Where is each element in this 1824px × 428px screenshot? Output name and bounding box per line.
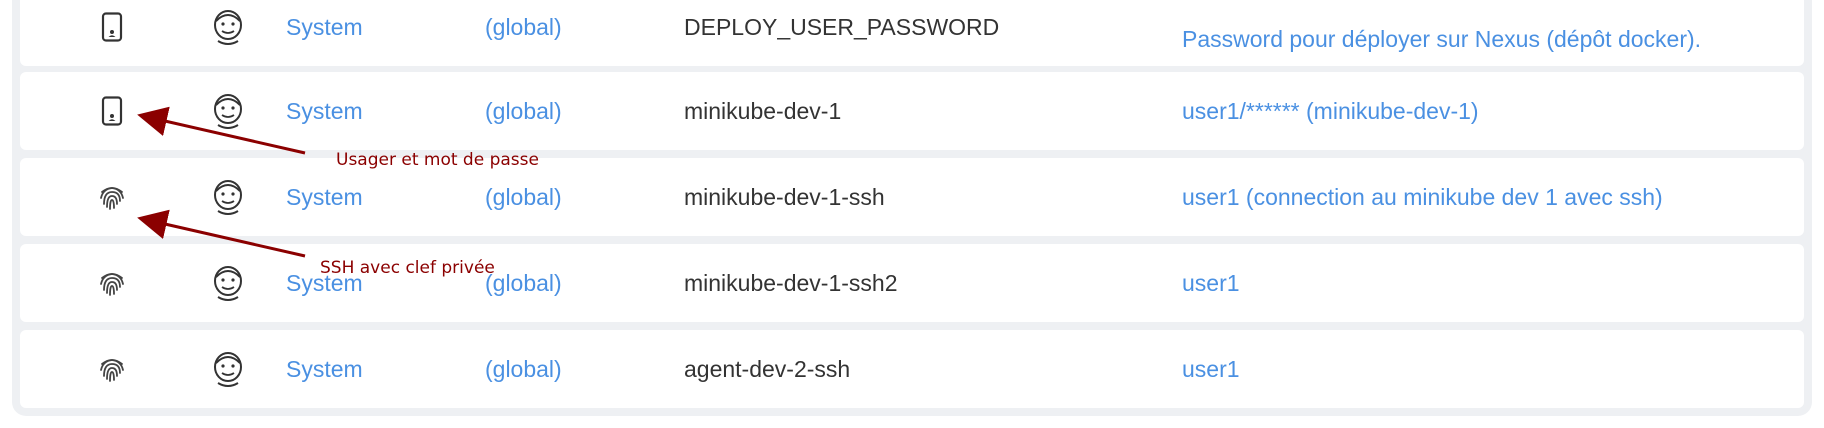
credential-id: DEPLOY_USER_PASSWORD	[684, 13, 1000, 40]
store-link[interactable]: System	[286, 244, 363, 322]
fingerprint-icon	[92, 330, 132, 408]
fingerprint-icon	[92, 158, 132, 236]
phone-user-icon	[92, 72, 132, 150]
phone-user-icon	[92, 0, 132, 66]
credential-id: agent-dev-2-ssh	[684, 355, 851, 382]
store-link[interactable]: System	[286, 0, 363, 66]
table-row: System (global) DEPLOY_USER_PASSWORD Pas…	[20, 0, 1804, 66]
credential-id: minikube-dev-1-ssh	[684, 183, 885, 210]
credential-id: minikube-dev-1-ssh2	[684, 269, 898, 296]
domain-link[interactable]: (global)	[485, 0, 562, 66]
domain-link[interactable]: (global)	[485, 330, 562, 408]
domain-link[interactable]: (global)	[485, 72, 562, 150]
annotation-password: Usager et mot de passe	[336, 150, 539, 170]
credential-description-link[interactable]: Password pour déployer sur Nexus (dépôt …	[1182, 0, 1742, 78]
store-link[interactable]: System	[286, 72, 363, 150]
credential-description-link[interactable]: user1	[1182, 244, 1742, 322]
fingerprint-icon	[92, 244, 132, 322]
table-row: System (global) minikube-dev-1 user1/***…	[20, 72, 1804, 150]
jenkins-user-icon	[205, 0, 251, 66]
credential-description-link[interactable]: user1/****** (minikube-dev-1)	[1182, 72, 1742, 150]
annotation-ssh: SSH avec clef privée	[320, 258, 495, 278]
store-link[interactable]: System	[286, 330, 363, 408]
jenkins-user-icon	[205, 244, 251, 322]
table-row: System (global) minikube-dev-1-ssh user1…	[20, 158, 1804, 236]
jenkins-user-icon	[205, 330, 251, 408]
credential-description-link[interactable]: user1 (connection au minikube dev 1 avec…	[1182, 158, 1742, 236]
jenkins-user-icon	[205, 158, 251, 236]
domain-link[interactable]: (global)	[485, 244, 562, 322]
table-row: System (global) minikube-dev-1-ssh2 user…	[20, 244, 1804, 322]
jenkins-user-icon	[205, 72, 251, 150]
credential-description-link[interactable]: user1	[1182, 330, 1742, 408]
table-row: System (global) agent-dev-2-ssh user1	[20, 330, 1804, 408]
credential-id: minikube-dev-1	[684, 97, 842, 124]
